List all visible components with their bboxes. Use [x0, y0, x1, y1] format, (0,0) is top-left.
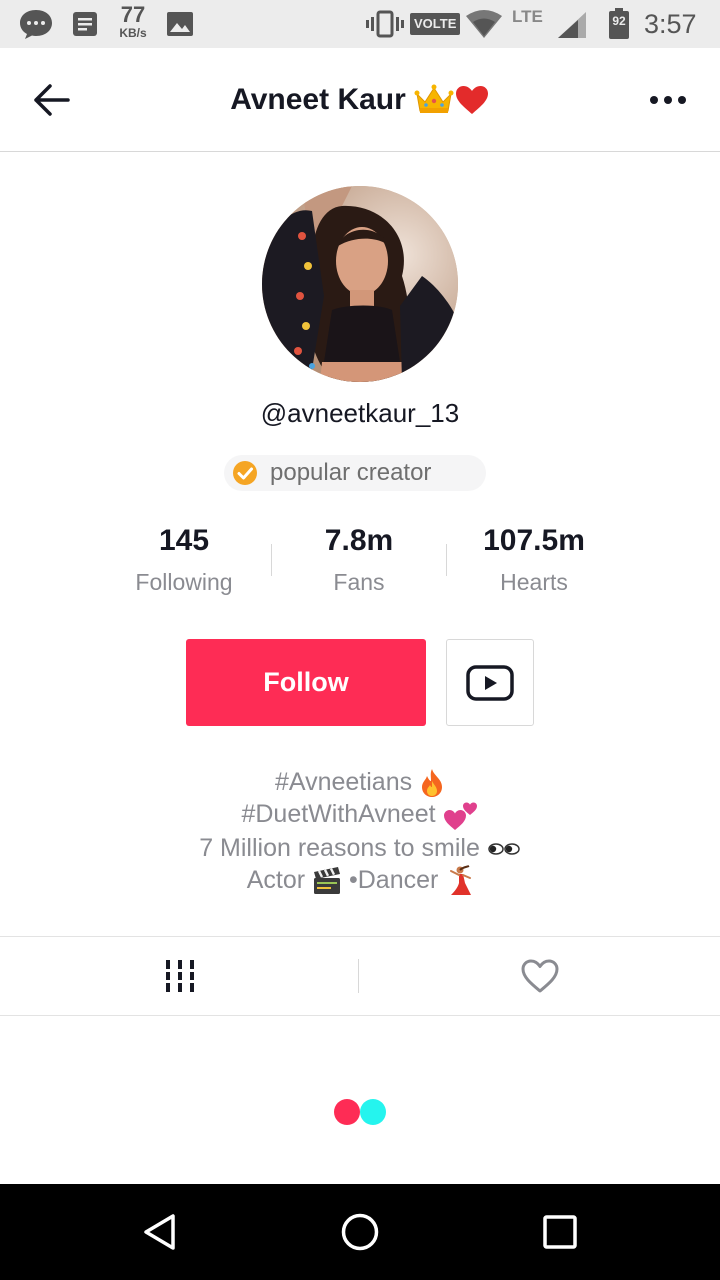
heart-outline-icon: [521, 959, 558, 993]
loader-dot-red: [334, 1099, 360, 1125]
bio-text: #DuetWithAvneet: [241, 800, 443, 829]
nav-back-button[interactable]: [132, 1208, 188, 1256]
badge-label: popular creator: [270, 459, 432, 486]
messages-icon: [20, 10, 52, 39]
loading-indicator: [334, 1099, 388, 1125]
more-options-button[interactable]: [640, 76, 696, 124]
avatar[interactable]: [262, 186, 458, 382]
dancer-emoji-icon: [450, 865, 472, 896]
bio-text: #Avneetians: [274, 768, 420, 796]
page-title: Avneet Kaur: [120, 48, 600, 152]
wifi-icon: [466, 10, 502, 38]
bio-text: •Dancer: [348, 865, 439, 894]
follow-button[interactable]: Follow: [186, 639, 426, 726]
stat-divider: [446, 544, 447, 576]
youtube-link-button[interactable]: [446, 639, 534, 726]
nav-home-button[interactable]: [332, 1208, 388, 1256]
stat-fans[interactable]: 7.8m Fans: [274, 520, 444, 602]
stat-hearts[interactable]: 107.5m Hearts: [449, 520, 619, 602]
youtube-icon: [466, 664, 514, 701]
fire-emoji-icon: [422, 769, 443, 798]
stat-following[interactable]: 145 Following: [99, 520, 269, 602]
back-button[interactable]: [24, 76, 80, 124]
back-triangle-icon: [144, 1214, 175, 1250]
eyes-emoji-icon: [488, 843, 520, 855]
status-bar: 77 KB/s VOLTE LTE 92 3:57: [0, 0, 720, 48]
clapper-board-emoji-icon: [314, 867, 341, 895]
nav-recents-button[interactable]: [532, 1208, 588, 1256]
bio-line: #Avneetians: [60, 766, 660, 798]
system-nav-bar: [0, 1184, 720, 1280]
loader-dot-cyan: [360, 1099, 386, 1125]
speed-value: 77: [120, 2, 146, 27]
red-heart-emoji-icon: [455, 86, 488, 114]
stat-value: 145: [158, 524, 210, 557]
notes-icon: [73, 12, 97, 36]
bio-text: Actor: [246, 865, 306, 894]
app-screen: 77 KB/s VOLTE LTE 92 3:57 Avneet Kaur @a…: [0, 0, 720, 1280]
tab-videos[interactable]: [0, 937, 359, 1015]
popular-creator-badge[interactable]: popular creator: [224, 455, 486, 491]
clock: 3:57: [644, 9, 697, 39]
stat-divider: [271, 544, 272, 576]
title-emojis: [414, 84, 490, 116]
battery-level: 92: [612, 14, 626, 28]
stat-label: Following: [135, 569, 233, 595]
stat-value: 107.5m: [483, 524, 585, 557]
arrow-left-icon: [34, 84, 70, 116]
profile-bio: #Avneetians #DuetWithAvneet 7 Million re…: [60, 766, 660, 897]
grid-icon: [165, 960, 194, 992]
stat-label: Hearts: [500, 569, 568, 595]
speed-unit: KB/s: [119, 26, 147, 40]
tab-divider: [358, 959, 359, 993]
network-speed: 77 KB/s: [112, 2, 154, 40]
profile-header: Avneet Kaur: [0, 48, 720, 152]
two-hearts-emoji-icon: [443, 802, 477, 830]
signal-icon: [558, 12, 586, 38]
tab-liked[interactable]: [360, 937, 719, 1015]
verified-check-icon: [233, 461, 257, 485]
profile-tabs: [0, 936, 720, 1016]
stat-label: Fans: [333, 569, 385, 595]
bio-line: #DuetWithAvneet: [60, 798, 660, 831]
volte-badge: VOLTE: [410, 13, 461, 35]
bio-line: Actor •Dancer: [60, 864, 660, 897]
bio-text: 7 Million reasons to smile: [199, 833, 480, 862]
network-type: LTE: [512, 7, 543, 26]
stat-value: 7.8m: [324, 524, 394, 557]
username: @avneetkaur_13: [260, 398, 460, 428]
vibrate-icon: [366, 10, 404, 38]
more-horizontal-icon: [650, 96, 686, 104]
bio-line: 7 Million reasons to smile: [60, 832, 660, 864]
avatar-photo-icon: [262, 186, 458, 382]
crown-emoji-icon: [414, 84, 454, 113]
recents-square-icon: [543, 1215, 577, 1249]
image-icon: [167, 12, 193, 36]
profile-name: Avneet Kaur: [230, 83, 406, 116]
home-circle-icon: [341, 1213, 379, 1251]
